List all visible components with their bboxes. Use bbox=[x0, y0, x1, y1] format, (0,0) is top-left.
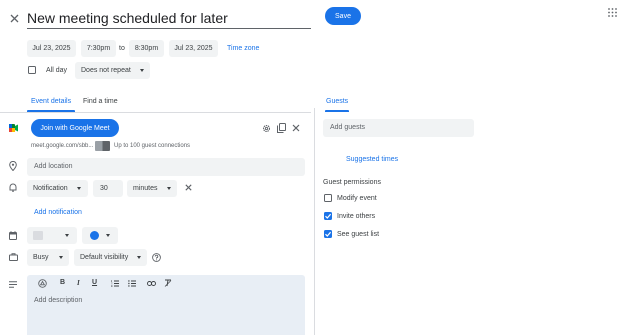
notification-type-select[interactable]: Notification bbox=[27, 180, 88, 197]
all-day-label: All day bbox=[46, 67, 68, 74]
tabs-divider bbox=[0, 112, 311, 113]
repeat-select[interactable]: Does not repeat bbox=[75, 62, 150, 79]
join-meet-label: Join with Google Meet bbox=[40, 124, 110, 132]
underline-icon[interactable]: U bbox=[92, 279, 97, 286]
italic-icon[interactable]: I bbox=[77, 279, 80, 287]
chevron-down-icon bbox=[77, 187, 81, 190]
attachment-drive-icon[interactable] bbox=[38, 279, 47, 288]
add-guests-placeholder: Add guests bbox=[330, 124, 366, 131]
start-time-chip[interactable]: 7:30pm bbox=[81, 40, 116, 57]
repeat-select-text: Does not repeat bbox=[81, 67, 131, 74]
event-color-select[interactable] bbox=[82, 227, 118, 244]
see-guest-list-checkbox[interactable] bbox=[324, 230, 332, 238]
end-date-text: Jul 23, 2025 bbox=[174, 45, 213, 52]
meet-capacity-text: Up to 100 guest connections bbox=[114, 143, 191, 149]
start-time-text: 7:30pm bbox=[86, 45, 111, 52]
visibility-select[interactable]: Default visibility bbox=[74, 249, 147, 266]
chevron-down-icon bbox=[106, 234, 110, 237]
invite-others-checkbox[interactable] bbox=[324, 212, 332, 220]
time-zone-link[interactable]: Time zone bbox=[227, 45, 259, 52]
tab-event-details-label: Event details bbox=[31, 98, 72, 105]
description-lines-icon bbox=[9, 281, 17, 288]
location-input[interactable]: Add location bbox=[27, 158, 305, 176]
chevron-down-icon bbox=[59, 256, 63, 259]
link-icon[interactable] bbox=[147, 281, 156, 286]
tab-guests-label: Guests bbox=[326, 98, 349, 105]
remove-meet-icon[interactable] bbox=[292, 124, 300, 132]
see-guest-list-label: See guest list bbox=[337, 231, 380, 238]
tab-guests-indicator bbox=[325, 110, 349, 112]
apps-grid-icon[interactable] bbox=[608, 8, 617, 17]
copy-link-swatch[interactable] bbox=[95, 141, 110, 151]
event-title-text: New meeting scheduled for later bbox=[27, 10, 228, 26]
location-pin-icon bbox=[9, 161, 17, 171]
checkmark-icon bbox=[325, 231, 332, 237]
start-date-text: Jul 23, 2025 bbox=[32, 45, 71, 52]
chevron-down-icon bbox=[140, 69, 144, 72]
help-icon[interactable] bbox=[152, 253, 161, 262]
modify-event-checkbox[interactable] bbox=[324, 194, 332, 202]
close-icon[interactable] bbox=[10, 14, 19, 23]
checkmark-icon bbox=[325, 213, 332, 219]
invite-others-label: Invite others bbox=[337, 213, 376, 220]
clear-formatting-icon[interactable] bbox=[164, 279, 172, 287]
notification-unit-text: minutes bbox=[133, 185, 158, 192]
settings-gear-icon[interactable] bbox=[262, 124, 271, 133]
all-day-checkbox[interactable] bbox=[28, 66, 36, 74]
chevron-down-icon bbox=[137, 256, 141, 259]
description-editor[interactable]: B I U Add description bbox=[27, 275, 305, 335]
guest-permissions-heading: Guest permissions bbox=[323, 179, 381, 186]
panel-divider bbox=[314, 108, 315, 335]
bold-icon[interactable]: B bbox=[60, 279, 65, 286]
bell-icon bbox=[9, 183, 17, 192]
description-placeholder: Add description bbox=[34, 297, 83, 304]
calendar-name-redacted bbox=[33, 231, 43, 240]
visibility-text: Default visibility bbox=[80, 254, 129, 261]
notification-unit-select[interactable]: minutes bbox=[127, 180, 177, 197]
modify-event-label: Modify event bbox=[337, 195, 377, 202]
briefcase-icon bbox=[9, 253, 18, 261]
format-toolbar: B I U bbox=[27, 275, 305, 292]
remove-notification-icon[interactable] bbox=[185, 184, 192, 191]
join-meet-button[interactable]: Join with Google Meet bbox=[31, 119, 119, 137]
bulleted-list-icon[interactable] bbox=[128, 280, 136, 287]
event-color-swatch bbox=[90, 231, 99, 240]
chevron-down-icon bbox=[167, 187, 171, 190]
meet-link-text[interactable]: meet.google.com/sbb... bbox=[31, 143, 93, 149]
end-time-text: 8:30pm bbox=[134, 45, 159, 52]
tab-find-a-time-label: Find a time bbox=[83, 98, 118, 105]
add-notification-link[interactable]: Add notification bbox=[34, 209, 82, 216]
add-guests-input[interactable]: Add guests bbox=[323, 119, 474, 137]
save-button-label: Save bbox=[335, 12, 351, 20]
calendar-icon bbox=[9, 231, 17, 240]
calendar-select[interactable] bbox=[27, 227, 77, 244]
end-date-chip[interactable]: Jul 23, 2025 bbox=[169, 40, 218, 57]
to-label: to bbox=[119, 45, 125, 52]
tab-find-a-time[interactable]: Find a time bbox=[81, 95, 121, 112]
copy-icon[interactable] bbox=[277, 123, 286, 133]
event-title-input[interactable]: New meeting scheduled for later bbox=[27, 6, 311, 29]
tab-guests[interactable]: Guests bbox=[325, 95, 349, 112]
chevron-down-icon bbox=[65, 234, 69, 237]
end-time-chip[interactable]: 8:30pm bbox=[129, 40, 164, 57]
notification-type-text: Notification bbox=[33, 185, 68, 192]
notification-amount-text: 30 bbox=[100, 185, 108, 192]
availability-text: Busy bbox=[33, 254, 49, 261]
suggested-times-link[interactable]: Suggested times bbox=[346, 156, 398, 163]
availability-select[interactable]: Busy bbox=[27, 249, 69, 266]
notification-amount-input[interactable]: 30 bbox=[93, 180, 123, 197]
numbered-list-icon[interactable] bbox=[111, 280, 119, 287]
start-date-chip[interactable]: Jul 23, 2025 bbox=[27, 40, 76, 57]
location-placeholder: Add location bbox=[34, 163, 73, 170]
tab-event-details[interactable]: Event details bbox=[27, 95, 75, 112]
google-meet-icon bbox=[9, 124, 18, 132]
save-button[interactable]: Save bbox=[325, 7, 361, 25]
